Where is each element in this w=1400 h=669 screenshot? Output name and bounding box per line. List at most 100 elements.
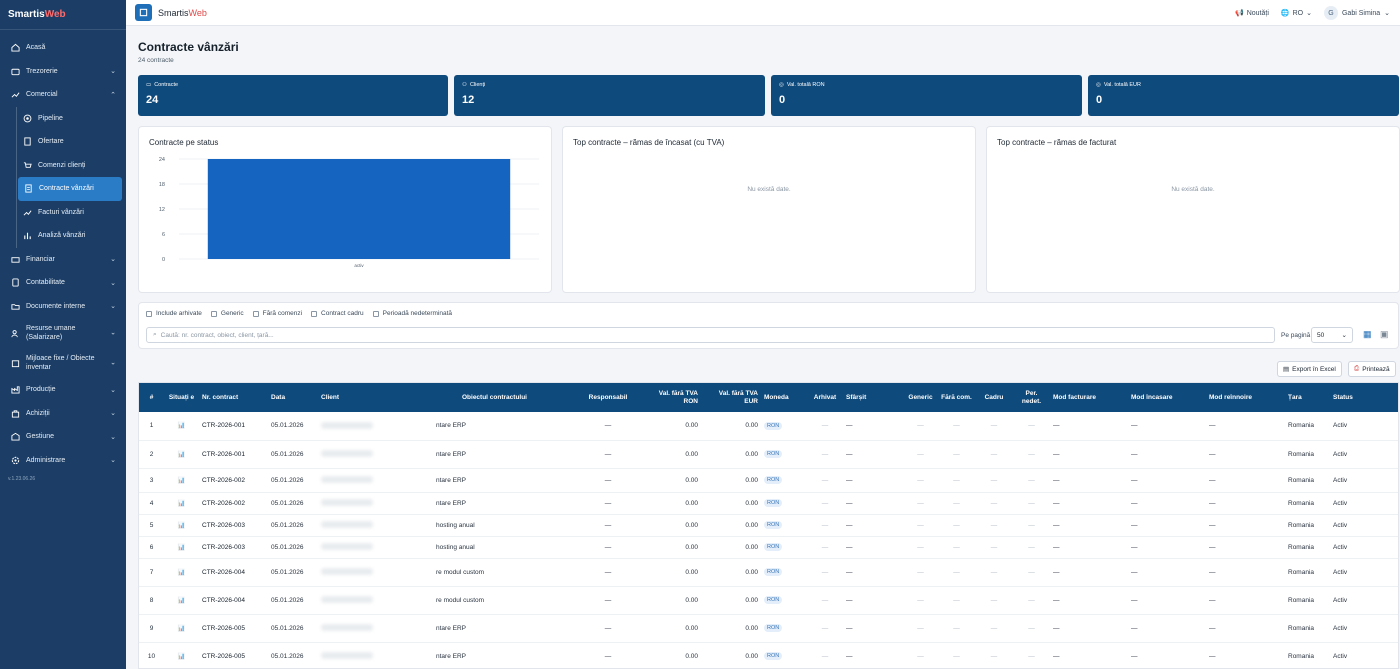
sidebar-item-contabilitate[interactable]: Contabilitate ⌄: [0, 271, 126, 295]
checkbox-box[interactable]: [372, 310, 379, 317]
checkbox-include-arhivate[interactable]: Include arhivate: [146, 310, 202, 317]
col-header[interactable]: Client: [318, 383, 416, 412]
col-header[interactable]: Obiectul contractului: [416, 383, 573, 412]
sidebar-item-trezorerie[interactable]: Trezorerie ⌄: [0, 60, 126, 84]
col-header[interactable]: Mod facturare: [1050, 383, 1128, 412]
situation-chart-icon[interactable]: 📊: [178, 598, 185, 604]
col-header[interactable]: Moneda: [761, 383, 807, 412]
col-header[interactable]: Mod reînnoire: [1206, 383, 1285, 412]
col-header[interactable]: #: [139, 383, 164, 412]
checkbox-contract-cadru[interactable]: Contract cadru: [311, 310, 364, 317]
col-header[interactable]: Data: [268, 383, 318, 412]
col-header[interactable]: Sfârșit: [843, 383, 903, 412]
col-header[interactable]: Val. fără TVA RON: [643, 383, 701, 412]
table-row[interactable]: 7 📊 CTR-2026-004 05.01.2026 re modul custom —…: [139, 558, 1398, 587]
checkbox-box[interactable]: [311, 310, 318, 317]
sidebar-item-comercial[interactable]: Comercial ⌃: [0, 83, 126, 107]
table-row[interactable]: 3 📊 CTR-2026-002 05.01.2026 ntare ERP —0.00 0.…: [139, 468, 1398, 493]
cell-status: Activ: [1330, 492, 1398, 515]
language-selector[interactable]: 🌐 RO ⌄: [1281, 9, 1312, 18]
table-row[interactable]: 8 📊 CTR-2026-004 05.01.2026 re modul custom —…: [139, 586, 1398, 615]
situation-chart-icon[interactable]: 📊: [178, 423, 185, 429]
table-row[interactable]: 5 📊 CTR-2026-003 05.01.2026 hosting anual —0.…: [139, 514, 1398, 537]
checkbox-box[interactable]: [252, 310, 259, 317]
situation-chart-icon[interactable]: 📊: [178, 478, 185, 484]
situation-chart-icon[interactable]: 📊: [178, 654, 185, 660]
table-row[interactable]: 2 📊 CTR-2026-001 05.01.2026 ntare ERP —0.00 0.…: [139, 440, 1398, 469]
table-row[interactable]: 10 📊 CTR-2026-005 05.01.2026 ntare ERP —0.00 0…: [139, 642, 1398, 668]
sidebar-item-facturi-vanzari[interactable]: Facturi vânzări: [17, 201, 126, 225]
sidebar-item-financiar[interactable]: Financiar ⌄: [0, 248, 126, 272]
cell-obiect: ntare ERP: [416, 412, 573, 441]
table-view-icon[interactable]: ▦: [1363, 330, 1372, 339]
per-page-select[interactable]: 50 ⌄: [1311, 327, 1353, 343]
sidebar-item-contracte-vanzari[interactable]: Contracte vânzări: [18, 177, 122, 201]
col-header[interactable]: Per. nedet.: [1013, 383, 1050, 412]
col-header[interactable]: Generic: [903, 383, 938, 412]
sidebar-item-gestiune[interactable]: Gestiune ⌄: [0, 425, 126, 449]
sidebar-item-acasa[interactable]: Acasă: [0, 36, 126, 60]
table-row[interactable]: 4 📊 CTR-2026-002 05.01.2026 ntare ERP —0.00 0.…: [139, 492, 1398, 515]
checkbox-box[interactable]: [210, 310, 217, 317]
sidebar-item-mijloace-fixe[interactable]: Mijloace fixe / Obiecte inventar ⌄: [0, 348, 126, 378]
cell-eur: 0.00: [701, 514, 761, 537]
cell-tara: Romania: [1285, 440, 1330, 469]
col-header[interactable]: Situați e: [164, 383, 199, 412]
sidebar-item-resurse-umane[interactable]: Resurse umane (Salarizare) ⌄: [0, 318, 126, 348]
sidebar-item-ofertare[interactable]: Ofertare: [17, 130, 126, 154]
table-row[interactable]: 1 📊 CTR-2026-001 05.01.2026 ntare ERP —0.00 0.…: [139, 412, 1398, 441]
sidebar-item-label: Resurse umane (Salarizare): [26, 325, 76, 341]
cell-n: 2: [139, 440, 164, 469]
search-input[interactable]: ⌕ Caută: nr. contract, obiect, client, ța…: [146, 327, 1275, 343]
checkbox-box[interactable]: [146, 310, 152, 317]
cell-nr: CTR-2026-002: [199, 492, 268, 515]
cell-data: 05.01.2026: [268, 492, 318, 515]
col-header[interactable]: Arhivat: [807, 383, 843, 412]
cell-pernedet: —: [1013, 642, 1050, 668]
grid-view-icon[interactable]: ▣: [1380, 330, 1389, 339]
folder-icon: [10, 301, 20, 311]
cell-n: 4: [139, 492, 164, 515]
col-header[interactable]: Val. fără TVA EUR: [701, 383, 761, 412]
sidebar-item-comenzi-clienti[interactable]: Comenzi clienți: [17, 154, 126, 178]
col-header[interactable]: Status: [1330, 383, 1398, 412]
situation-chart-icon[interactable]: 📊: [178, 452, 185, 458]
cell-situatie: 📊: [164, 536, 199, 559]
sidebar-item-analiza-vanzari[interactable]: Analiză vânzări: [17, 224, 126, 248]
brand-logo[interactable]: SmartisWeb: [0, 0, 126, 30]
sidebar-item-administrare[interactable]: Administrare ⌄: [0, 449, 126, 473]
app-title-main: Smartis: [158, 7, 189, 18]
sidebar-item-productie[interactable]: Producție ⌄: [0, 378, 126, 402]
situation-chart-icon[interactable]: 📊: [178, 626, 185, 632]
situation-chart-icon[interactable]: 📊: [178, 523, 185, 529]
cell-generic: —: [903, 514, 938, 537]
chart-bar-activ[interactable]: [207, 159, 511, 259]
col-header[interactable]: Cadru: [975, 383, 1013, 412]
col-header[interactable]: Nr. contract: [199, 383, 268, 412]
export-excel-button[interactable]: ▤ Export în Excel: [1277, 361, 1342, 377]
checkbox-perioada-nedeterminata[interactable]: Perioadă nedeterminată: [372, 310, 452, 317]
col-header[interactable]: Fără com.: [938, 383, 975, 412]
table-row[interactable]: 9 📊 CTR-2026-005 05.01.2026 ntare ERP —0.00 0.…: [139, 614, 1398, 643]
app-logo-icon[interactable]: [135, 4, 152, 21]
situation-chart-icon[interactable]: 📊: [178, 570, 185, 576]
sidebar-item-achizitii[interactable]: Achiziții ⌄: [0, 402, 126, 426]
checkbox-generic[interactable]: Generic: [210, 310, 244, 317]
situation-chart-icon[interactable]: 📊: [178, 501, 185, 507]
user-menu[interactable]: G Gabi Simina ⌄: [1323, 6, 1390, 20]
cell-data: 05.01.2026: [268, 586, 318, 615]
news-button[interactable]: 📢 Noutăți: [1235, 9, 1269, 18]
cell-eur: 0.00: [701, 440, 761, 469]
col-header[interactable]: Țara: [1285, 383, 1330, 412]
table-row[interactable]: 6 📊 CTR-2026-003 05.01.2026 hosting anual —0.…: [139, 536, 1398, 559]
sidebar-item-documente-interne[interactable]: Documente interne ⌄: [0, 295, 126, 319]
situation-chart-icon[interactable]: 📊: [178, 545, 185, 551]
col-header[interactable]: Responsabil: [573, 383, 643, 412]
checkbox-fara-comenzi[interactable]: Fără comenzi: [252, 310, 302, 317]
cell-sfarsit: —: [843, 468, 903, 493]
cell-arhivat: —: [807, 492, 843, 515]
print-button[interactable]: ⎙ Printează: [1348, 361, 1396, 377]
cell-eur: 0.00: [701, 614, 761, 643]
sidebar-item-pipeline[interactable]: Pipeline: [17, 107, 126, 131]
col-header[interactable]: Mod încasare: [1128, 383, 1206, 412]
